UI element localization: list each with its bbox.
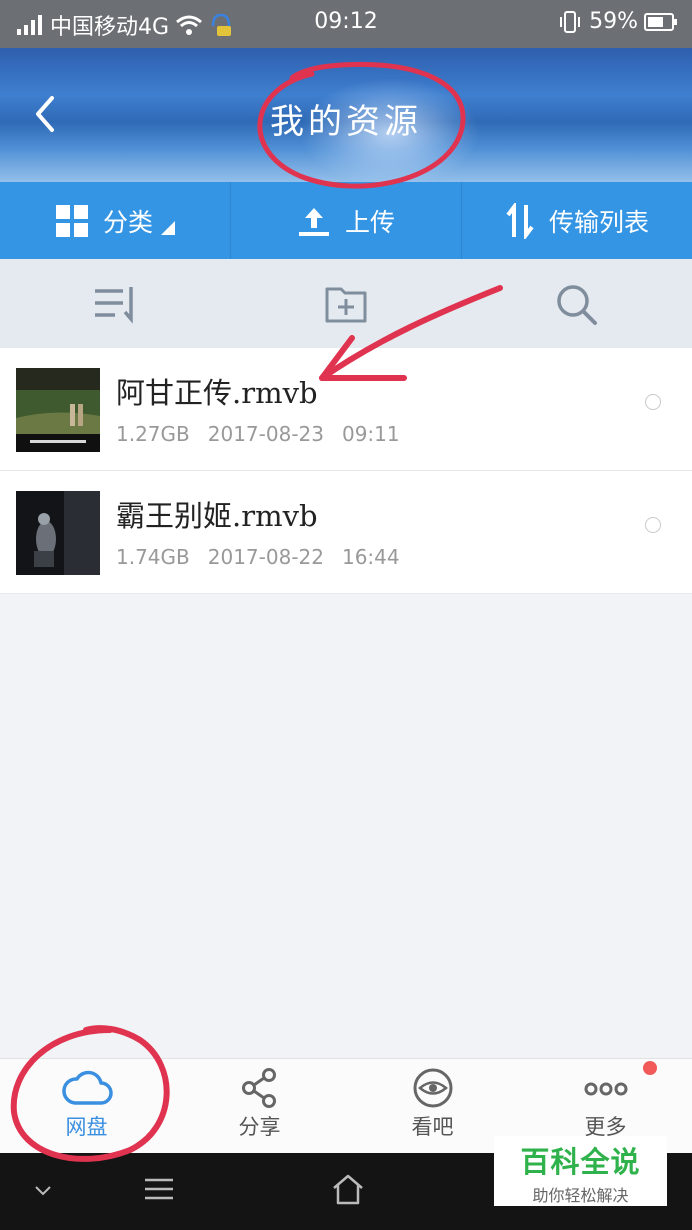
file-name: 阿甘正传.rmvb bbox=[116, 376, 318, 410]
file-name: 霸王别姬.rmvb bbox=[116, 499, 318, 533]
share-icon bbox=[241, 1068, 276, 1108]
sort-icon[interactable] bbox=[93, 281, 139, 327]
battery-percent: 59% bbox=[589, 9, 638, 34]
transfer-icon bbox=[506, 202, 534, 239]
category-label: 分类 bbox=[102, 207, 153, 237]
upload-label: 上传 bbox=[344, 207, 395, 237]
more-icon bbox=[584, 1082, 627, 1096]
watermark: 百科全说 助你轻松解决 bbox=[494, 1136, 667, 1206]
tab-label: 看吧 bbox=[411, 1115, 454, 1139]
select-radio[interactable] bbox=[645, 517, 661, 533]
nav-hide-icon[interactable] bbox=[34, 1185, 52, 1197]
vibrate-icon bbox=[560, 10, 581, 33]
status-bar: 中国移动4G 09:12 59% bbox=[0, 0, 692, 48]
select-radio[interactable] bbox=[645, 394, 661, 410]
file-meta: 1.27GB 2017-08-23 09:11 bbox=[116, 422, 418, 446]
file-date: 2017-08-23 bbox=[207, 422, 324, 446]
transfer-list-button[interactable]: 传输列表 bbox=[462, 182, 692, 259]
file-row[interactable]: 霸王别姬.rmvb 1.74GB 2017-08-22 16:44 bbox=[0, 471, 692, 594]
page-header: 我的资源 bbox=[0, 48, 692, 182]
file-time: 16:44 bbox=[341, 545, 400, 569]
file-date: 2017-08-22 bbox=[207, 545, 324, 569]
upload-button[interactable]: 上传 bbox=[231, 182, 462, 259]
toolbar: 分类 上传 传输列表 bbox=[0, 182, 692, 259]
file-meta: 1.74GB 2017-08-22 16:44 bbox=[116, 545, 418, 569]
file-time: 09:11 bbox=[341, 422, 400, 446]
category-button[interactable]: 分类 bbox=[0, 182, 231, 259]
watermark-subtitle: 助你轻松解决 bbox=[532, 1186, 629, 1205]
tab-label: 分享 bbox=[238, 1115, 281, 1139]
video-thumbnail bbox=[16, 368, 100, 452]
cloud-icon bbox=[61, 1070, 113, 1105]
watermark-title: 百科全说 bbox=[520, 1145, 641, 1179]
tab-share[interactable]: 分享 bbox=[173, 1059, 346, 1154]
file-size: 1.74GB bbox=[116, 545, 190, 569]
tab-netdisk[interactable]: 网盘 bbox=[0, 1059, 173, 1154]
transfer-label: 传输列表 bbox=[548, 207, 649, 237]
file-list: 阿甘正传.rmvb 1.27GB 2017-08-23 09:11 霸王别姬.rmv… bbox=[0, 348, 692, 594]
notification-dot bbox=[643, 1061, 657, 1075]
sub-toolbar bbox=[0, 259, 692, 348]
eye-icon bbox=[413, 1068, 452, 1108]
file-size: 1.27GB bbox=[116, 422, 190, 446]
video-thumbnail bbox=[16, 491, 100, 575]
tab-label: 网盘 bbox=[65, 1115, 108, 1139]
file-row[interactable]: 阿甘正传.rmvb 1.27GB 2017-08-23 09:11 bbox=[0, 348, 692, 471]
battery-icon bbox=[644, 12, 677, 31]
dropdown-triangle-icon bbox=[161, 220, 175, 235]
page-title: 我的资源 bbox=[270, 102, 422, 142]
nav-menu-icon[interactable] bbox=[144, 1177, 174, 1201]
new-folder-icon[interactable] bbox=[323, 281, 369, 327]
grid-icon bbox=[55, 204, 88, 237]
search-icon[interactable] bbox=[553, 281, 599, 327]
upload-icon bbox=[298, 207, 329, 236]
nav-home-icon[interactable] bbox=[331, 1173, 365, 1205]
